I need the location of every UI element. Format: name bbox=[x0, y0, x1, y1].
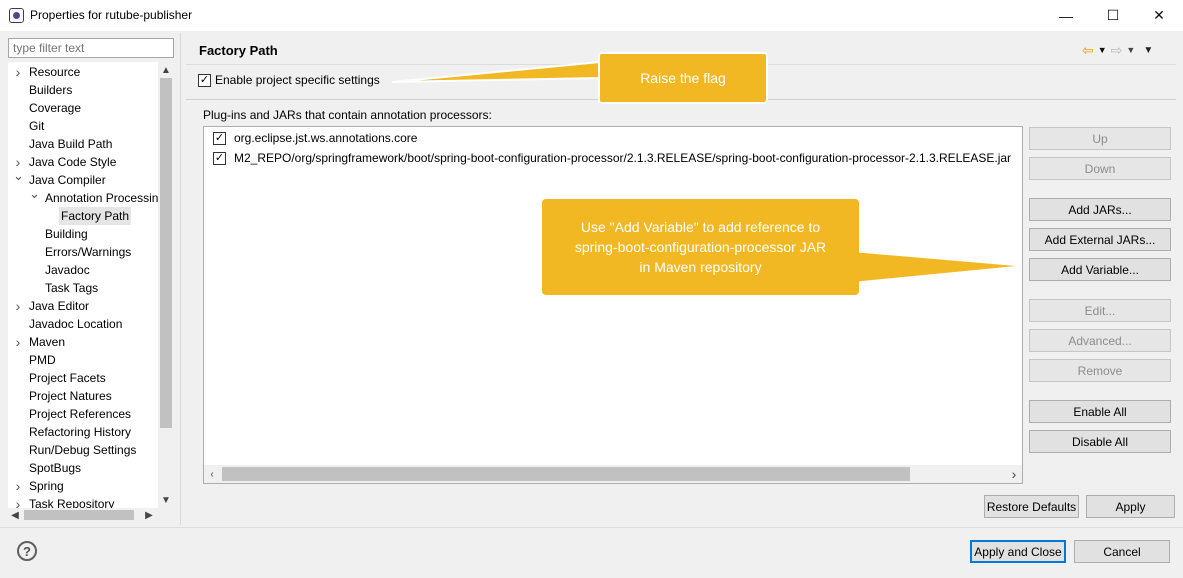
callout-line-1: Use "Add Variable" to add reference to bbox=[580, 219, 821, 235]
add-variable-callout: Use "Add Variable" to add reference to s… bbox=[542, 199, 859, 295]
callout-line-2: spring-boot-configuration-processor JAR bbox=[574, 239, 827, 255]
raise-flag-text: Raise the flag bbox=[640, 70, 726, 86]
raise-flag-callout: Raise the flag bbox=[598, 52, 768, 104]
callout-line-3: in Maven repository bbox=[639, 259, 762, 275]
flag-callout-pointer bbox=[391, 60, 601, 83]
variable-callout-pointer bbox=[852, 252, 1016, 282]
